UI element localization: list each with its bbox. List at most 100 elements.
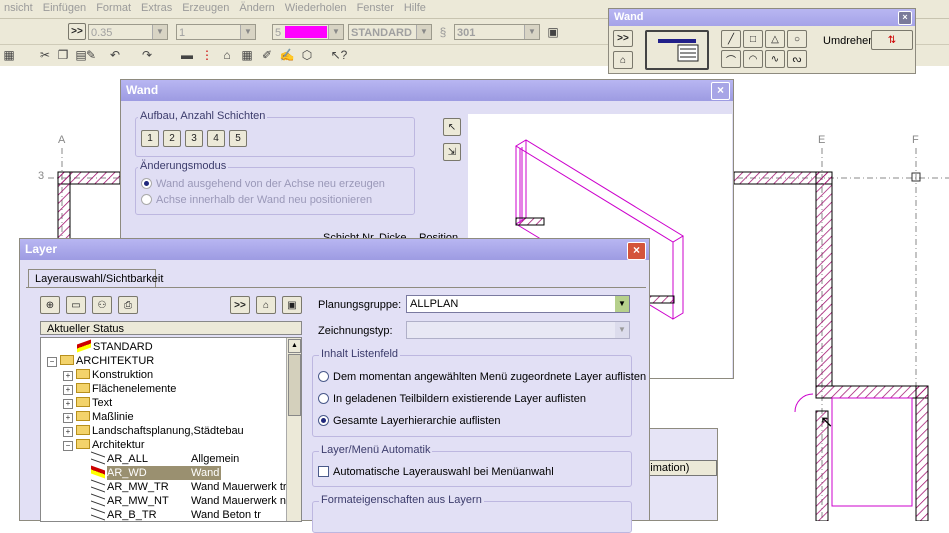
- line-combo[interactable]: 1 ▼: [176, 24, 256, 40]
- tree-item-text[interactable]: + Text: [63, 396, 112, 410]
- color-combo[interactable]: 5 ▼: [272, 24, 344, 40]
- layer-more-button[interactable]: >>: [230, 296, 250, 314]
- menu-erzeugen[interactable]: Erzeugen: [178, 0, 235, 14]
- collapse-icon[interactable]: −: [47, 357, 57, 367]
- zeichnungstyp-select[interactable]: ▼: [406, 321, 630, 339]
- layer-count-4-button[interactable]: 4: [207, 130, 225, 147]
- pen-edit-icon[interactable]: ✐: [258, 46, 276, 64]
- radio-neu-erzeugen[interactable]: Wand ausgehend von der Achse neu erzeuge…: [141, 178, 385, 190]
- collapse-icon[interactable]: −: [63, 441, 73, 451]
- tree-item-standard[interactable]: STANDARD: [77, 339, 153, 354]
- expand-icon[interactable]: +: [63, 385, 73, 395]
- menu-ansicht[interactable]: nsicht: [0, 0, 39, 14]
- wall-type-button[interactable]: [645, 30, 709, 70]
- radio-neu-positionieren[interactable]: Achse innerhalb der Wand neu positionier…: [141, 194, 372, 206]
- cut-icon[interactable]: ✂: [36, 46, 54, 64]
- menu-extras[interactable]: Extras: [137, 0, 178, 14]
- redo-icon[interactable]: ↷: [138, 46, 156, 64]
- arc-shape-icon[interactable]: ⌒: [721, 50, 741, 68]
- menu-wiederholen[interactable]: Wiederholen: [281, 0, 353, 14]
- line-shape-icon[interactable]: ╱: [721, 30, 741, 48]
- brush-icon[interactable]: ✎: [82, 46, 100, 64]
- binoculars-icon[interactable]: ⚇: [92, 296, 112, 314]
- tree-item-masslinie[interactable]: + Maßlinie: [63, 410, 134, 424]
- close-icon[interactable]: ×: [627, 242, 646, 260]
- polygon-shape-icon[interactable]: △: [765, 30, 785, 48]
- automatik-checkbox[interactable]: Automatische Layerauswahl bei Menüanwahl: [318, 466, 554, 478]
- tree-item-ar-mw-tr[interactable]: AR_MW_TR: [91, 479, 169, 494]
- undo-icon[interactable]: ↶: [106, 46, 124, 64]
- radio-menue-layer[interactable]: Dem momentan angewählten Menü zugeordnet…: [318, 371, 646, 383]
- folder-icon: [76, 369, 90, 379]
- copy-icon[interactable]: ❐: [54, 46, 72, 64]
- tab-layerauswahl[interactable]: Layerauswahl/Sichtbarkeit: [28, 269, 163, 287]
- menu-einfuegen[interactable]: Einfügen: [39, 0, 92, 14]
- cube-icon[interactable]: ⬡: [298, 46, 316, 64]
- tree-item-architektur-sub[interactable]: − Architektur: [63, 438, 145, 452]
- layer-count-1-button[interactable]: 1: [141, 130, 159, 147]
- tree-item-ar-mw-nt[interactable]: AR_MW_NT: [91, 493, 169, 508]
- expand-icon[interactable]: +: [63, 413, 73, 423]
- radio-teilbilder-layer[interactable]: In geladenen Teilbildern existierende La…: [318, 393, 586, 405]
- chevron-down-icon: ▼: [328, 25, 343, 39]
- tree-item-flaechenelemente[interactable]: + Flächenelemente: [63, 382, 176, 396]
- menu-hilfe[interactable]: Hilfe: [400, 0, 432, 14]
- curve-shape-icon[interactable]: ᔓ: [787, 50, 807, 68]
- transfer-icon[interactable]: ⇲: [443, 143, 461, 161]
- palette-more-button[interactable]: >>: [613, 30, 633, 47]
- radio-gesamte-hierarchie[interactable]: Gesamte Layerhierarchie auflisten: [318, 415, 501, 427]
- expand-icon[interactable]: +: [63, 371, 73, 381]
- close-icon[interactable]: ×: [898, 11, 912, 25]
- hatch-combo[interactable]: 301 ▼: [454, 24, 540, 40]
- tree-item-landschaftsplanung[interactable]: + Landschaftsplanung,Städtebau: [63, 424, 244, 438]
- drawing-file-icon[interactable]: ▦: [238, 46, 256, 64]
- tree-scrollbar[interactable]: ▲: [286, 338, 301, 521]
- printer-icon[interactable]: ⎙: [118, 296, 138, 314]
- close-icon[interactable]: ×: [711, 82, 730, 100]
- tree-item-ar-b-tr[interactable]: AR_B_TR: [91, 507, 157, 521]
- rectangle-shape-icon[interactable]: □: [743, 30, 763, 48]
- pick-pointer-icon[interactable]: ↖: [443, 118, 461, 136]
- circle-shape-icon[interactable]: ○: [787, 30, 807, 48]
- more-format-button[interactable]: >>: [68, 23, 86, 40]
- planungsgruppe-select[interactable]: ALLPLAN ▼: [406, 295, 630, 313]
- tree-item-ar-all[interactable]: AR_ALL: [91, 451, 148, 466]
- grid-icon[interactable]: ▦: [0, 46, 18, 64]
- layer-print-set-icon[interactable]: ▭: [66, 296, 86, 314]
- layer-count-2-button[interactable]: 2: [163, 130, 181, 147]
- open-folder-icon[interactable]: ⌂: [218, 46, 236, 64]
- layer-count-5-button[interactable]: 5: [229, 130, 247, 147]
- folder-icon: [76, 383, 90, 393]
- save-icon[interactable]: ▣: [282, 296, 302, 314]
- umdrehen-button[interactable]: ⇅: [871, 30, 913, 50]
- snap-icon[interactable]: ⋮: [198, 46, 216, 64]
- scroll-up-icon[interactable]: ▲: [288, 339, 301, 353]
- tree-item-label: Landschaftsplanung,Städtebau: [92, 425, 244, 437]
- link-icon[interactable]: §: [434, 23, 452, 41]
- hatch-options-icon[interactable]: ▣: [544, 23, 562, 41]
- menu-fenster[interactable]: Fenster: [353, 0, 400, 14]
- help-pointer-icon[interactable]: ↖?: [330, 46, 348, 64]
- spline-shape-icon[interactable]: ∿: [765, 50, 785, 68]
- chevron-down-icon[interactable]: ▼: [615, 322, 629, 338]
- tree-item-ar-wd[interactable]: AR_WD: [91, 465, 147, 480]
- draw-icon[interactable]: ✍: [278, 46, 296, 64]
- expand-icon[interactable]: +: [63, 399, 73, 409]
- scroll-thumb[interactable]: [288, 354, 301, 416]
- wall-icon: [658, 39, 699, 62]
- menu-aendern[interactable]: Ändern: [235, 0, 280, 14]
- expand-icon[interactable]: +: [63, 427, 73, 437]
- ruler-icon[interactable]: ▬: [178, 46, 196, 64]
- tree-item-architektur[interactable]: − ARCHITEKTUR: [47, 354, 154, 368]
- layer-new-icon[interactable]: ⊕: [40, 296, 60, 314]
- style-combo[interactable]: STANDARD ▼: [348, 24, 432, 40]
- tree-item-konstruktion[interactable]: + Konstruktion: [63, 368, 153, 382]
- grid-label-3: 3: [38, 170, 45, 182]
- chevron-down-icon[interactable]: ▼: [615, 296, 629, 312]
- palette-folder-icon[interactable]: ⌂: [613, 51, 633, 69]
- open-folder-icon[interactable]: ⌂: [256, 296, 276, 314]
- arc2-shape-icon[interactable]: ◠: [743, 50, 763, 68]
- menu-format[interactable]: Format: [92, 0, 137, 14]
- layer-count-3-button[interactable]: 3: [185, 130, 203, 147]
- pen-combo[interactable]: 0.35 ▼: [88, 24, 168, 40]
